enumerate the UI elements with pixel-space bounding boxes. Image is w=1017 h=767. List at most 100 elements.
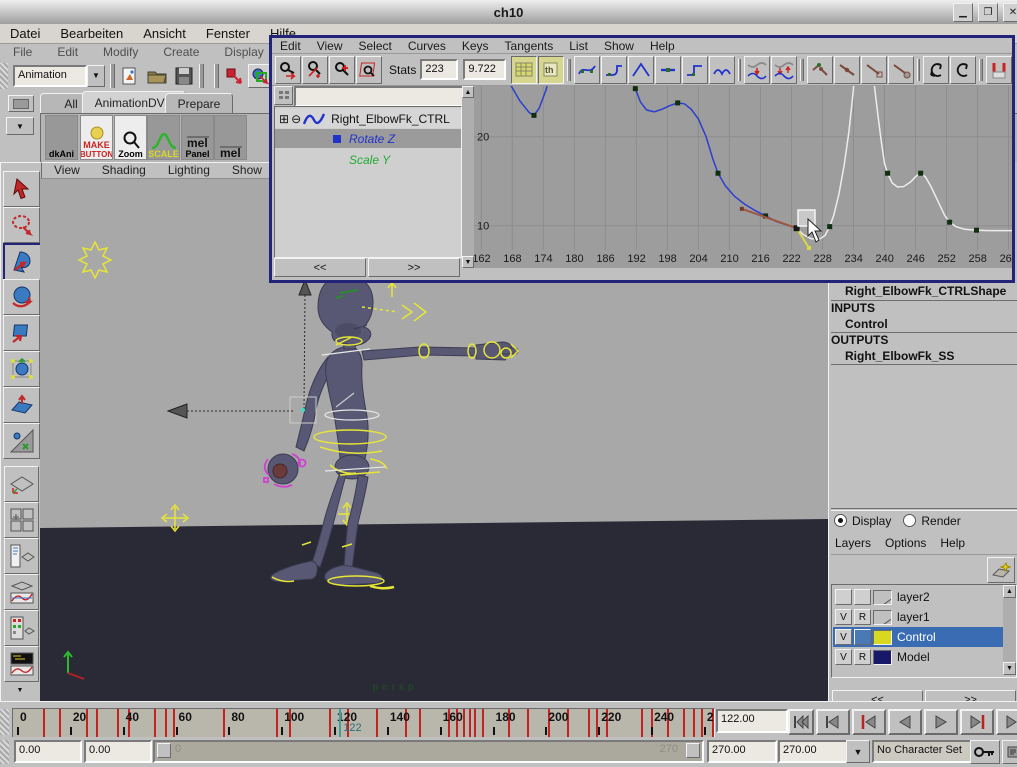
- layer-color-swatch[interactable]: [873, 630, 892, 645]
- move-normal-tool[interactable]: [3, 387, 40, 423]
- shelf-item-zoom[interactable]: Zoom: [114, 115, 147, 160]
- ge-menu-item-curves[interactable]: Curves: [408, 39, 446, 53]
- ge-menu-item-help[interactable]: Help: [650, 39, 675, 53]
- layer-row-layer1[interactable]: VRlayer1: [833, 607, 1003, 627]
- viewport-menu-item-view[interactable]: View: [54, 163, 80, 177]
- hypergraph-persp-layout[interactable]: [4, 610, 39, 646]
- layer-menu-item-options[interactable]: Options: [885, 536, 926, 550]
- plateau-tangents-icon[interactable]: [709, 56, 735, 84]
- range-start-handle[interactable]: [157, 743, 171, 758]
- layer-visible-toggle[interactable]: V: [835, 609, 852, 625]
- ge-menu-item-list[interactable]: List: [569, 39, 588, 53]
- rotate-tool[interactable]: [3, 279, 40, 315]
- open-scene-icon[interactable]: [146, 66, 168, 86]
- insert-keys-icon[interactable]: [302, 56, 328, 84]
- outliner-filter-icon[interactable]: [274, 86, 293, 105]
- shelf-item-dkAni[interactable]: dkAni: [45, 115, 78, 160]
- viewport-menu-item-show[interactable]: Show: [232, 163, 262, 177]
- ge-menu-item-select[interactable]: Select: [358, 39, 391, 53]
- range-end-handle[interactable]: [686, 743, 700, 758]
- menu-set-dropdown-icon[interactable]: ▼: [87, 65, 105, 87]
- post-infinity-cycle-icon[interactable]: [950, 56, 976, 84]
- menu-item-edit[interactable]: Edit: [52, 45, 90, 59]
- menu-set-selector[interactable]: Animation: [13, 65, 87, 87]
- value-snap-icon[interactable]: th: [538, 56, 564, 84]
- flat-tangents-icon[interactable]: [655, 56, 681, 84]
- break-tangents-icon[interactable]: [807, 56, 833, 84]
- layer-row-layer2[interactable]: layer2: [833, 587, 1003, 607]
- persp-blend-layout[interactable]: [4, 646, 39, 682]
- time-slider[interactable]: 020406080100120140160180200220240260122: [12, 708, 715, 738]
- persp-graph-layout[interactable]: [4, 574, 39, 610]
- outliner-channel-rotate-z[interactable]: Rotate Z: [275, 129, 461, 148]
- playback-start-field[interactable]: 0.00: [14, 740, 82, 763]
- wm-menu-item-bearbeiten[interactable]: Bearbeiten: [50, 26, 133, 41]
- step-back-frame-icon[interactable]: [852, 709, 886, 735]
- menu-item-file[interactable]: File: [8, 45, 44, 59]
- wm-menu-item-datei[interactable]: Datei: [0, 26, 50, 41]
- time-snap-icon[interactable]: [511, 56, 537, 84]
- single-pane-layout[interactable]: [4, 466, 39, 502]
- outliner-root-row[interactable]: ⊞⊖Right_ElbowFk_CTRL: [275, 109, 461, 128]
- outliner-pager-next-button[interactable]: >>: [368, 258, 460, 277]
- menu-item-display[interactable]: Display: [219, 45, 275, 59]
- four-pane-layout[interactable]: [4, 502, 39, 538]
- layer-visible-toggle[interactable]: V: [835, 649, 852, 665]
- layer-render-toggle[interactable]: [854, 629, 871, 645]
- layer-render-toggle[interactable]: R: [854, 649, 871, 665]
- maximize-icon[interactable]: ❒: [978, 3, 998, 22]
- current-time-field[interactable]: 122.00: [716, 709, 788, 733]
- linear-tangents-icon[interactable]: [628, 56, 654, 84]
- viewport-menu-item-shading[interactable]: Shading: [102, 163, 146, 177]
- layer-visible-toggle[interactable]: [835, 589, 852, 605]
- shelf-item-mel-panel[interactable]: melPanel: [181, 115, 214, 160]
- lattice-deform-keys-icon[interactable]: [356, 56, 382, 84]
- move-nearest-key-icon[interactable]: [275, 56, 301, 84]
- layer-render-toggle[interactable]: [854, 589, 871, 605]
- range-preset-dropdown-icon[interactable]: ▼: [846, 740, 870, 763]
- save-scene-icon[interactable]: [174, 66, 194, 86]
- go-to-start-icon[interactable]: [788, 709, 814, 735]
- expand-icon[interactable]: ⊞: [279, 112, 289, 126]
- buffer-snapshot-icon[interactable]: [744, 56, 770, 84]
- snap-magnet-icon[interactable]: [986, 56, 1012, 84]
- ge-menu-item-show[interactable]: Show: [604, 39, 634, 53]
- time-slider-drag-handle[interactable]: [0, 709, 9, 735]
- clamped-tangents-icon[interactable]: [601, 56, 627, 84]
- character-set-field[interactable]: No Character Set: [872, 740, 972, 763]
- spline-tangents-icon[interactable]: [574, 56, 600, 84]
- range-slider[interactable]: 0 270: [153, 740, 704, 763]
- minimize-icon[interactable]: ▁: [953, 3, 973, 22]
- outliner-filter-input[interactable]: [294, 86, 464, 107]
- play-forward-icon[interactable]: [924, 709, 958, 735]
- scale-tool[interactable]: [3, 315, 40, 351]
- layer-radio-render[interactable]: Render: [903, 514, 960, 528]
- play-backward-icon[interactable]: [888, 709, 922, 735]
- layer-menu-item-help[interactable]: Help: [940, 536, 965, 550]
- channel-box-shape-node[interactable]: Right_ElbowFk_CTRLShape: [831, 284, 1017, 299]
- channel-box-item[interactable]: Control: [831, 317, 1017, 332]
- toolbox-more-icon[interactable]: ▼: [11, 685, 29, 695]
- auto-keyframe-icon[interactable]: [970, 740, 1000, 764]
- layer-scrollbar[interactable]: ▲ ▼: [1003, 585, 1016, 675]
- lasso-tool[interactable]: [3, 207, 40, 243]
- add-keys-icon[interactable]: [329, 56, 355, 84]
- select-hierarchy-icon[interactable]: [224, 66, 244, 86]
- shelf-menu-icon[interactable]: [8, 95, 34, 112]
- graph-plot-area[interactable]: 1621681741801861921982042102162222282342…: [474, 86, 1012, 268]
- swap-buffer-icon[interactable]: [771, 56, 797, 84]
- layer-visible-toggle[interactable]: V: [835, 629, 852, 645]
- lock-tangent-weight-icon[interactable]: [888, 56, 914, 84]
- stats-value-field[interactable]: 9.722: [463, 59, 505, 80]
- layer-color-swatch[interactable]: [873, 590, 892, 605]
- ge-menu-item-view[interactable]: View: [317, 39, 343, 53]
- shelf-item-mel[interactable]: mel: [214, 115, 247, 160]
- shelf-item-make-button[interactable]: MAKEBUTTON: [80, 115, 113, 160]
- outliner-persp-layout[interactable]: [4, 538, 39, 574]
- graph-vertical-scrollbar[interactable]: ▲ ▼: [462, 86, 474, 268]
- window-titlebar[interactable]: ch10 ▁ ❒ ✕: [0, 0, 1017, 25]
- collapse-icon[interactable]: ⊖: [291, 112, 301, 126]
- step-back-key-icon[interactable]: [816, 709, 850, 735]
- graph-editor-window[interactable]: EditViewSelectCurvesKeysTangentsListShow…: [269, 35, 1015, 283]
- unify-tangents-icon[interactable]: [834, 56, 860, 84]
